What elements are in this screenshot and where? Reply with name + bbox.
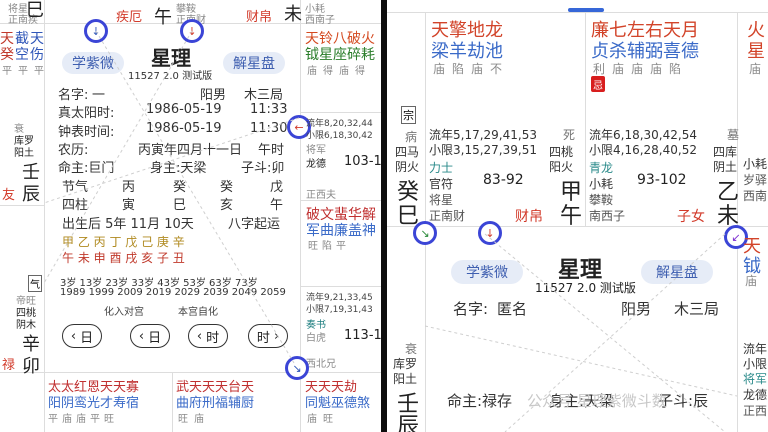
shensha: 将军 bbox=[743, 372, 768, 386]
star-brightness: 旺陷平 bbox=[308, 241, 350, 252]
palace-side: 阳火 bbox=[549, 160, 574, 174]
star-group: 曲府刑福辅厨 bbox=[176, 396, 255, 411]
palace-side: 阴木 bbox=[16, 320, 36, 331]
star-brightness: 平平平 bbox=[2, 66, 50, 77]
star-brightness: 庙 bbox=[749, 62, 762, 76]
dayun-range: 103-1 bbox=[344, 154, 381, 169]
palace-branch: 辰 bbox=[22, 184, 40, 205]
palace-side: 阴土 bbox=[713, 160, 738, 174]
shensha: 将星 bbox=[429, 193, 454, 207]
grid-line bbox=[300, 112, 381, 113]
shensha: 力士 bbox=[429, 161, 454, 175]
star-brightness: 平庙庙平旺 bbox=[48, 414, 118, 425]
star-group: 同魁巫德煞 bbox=[305, 396, 371, 411]
shensha: 小耗 bbox=[743, 157, 768, 171]
palace-side: 墓 bbox=[727, 128, 740, 142]
aspect-lines bbox=[425, 233, 737, 432]
palace-dir: 正南财 bbox=[429, 209, 466, 223]
shensha: 官符 bbox=[429, 177, 454, 191]
shensha: 龙德 bbox=[306, 159, 326, 170]
palace-dir: 南西子 bbox=[589, 209, 626, 223]
star-brightness: 旺庙 bbox=[178, 414, 210, 425]
xiaoxian: 小限4,16,28,40,52 bbox=[589, 143, 697, 157]
dayun-range: 83-92 bbox=[483, 172, 524, 188]
qi-marker: 气 bbox=[28, 275, 42, 292]
palace-branch: 辰 bbox=[397, 414, 420, 432]
star-brightness: 庙 bbox=[745, 274, 758, 288]
dayun-range: 93-102 bbox=[637, 172, 687, 188]
star-brightness: 利庙庙庙陷 bbox=[593, 62, 689, 76]
left-chart-panel: 将星 正南疾 巳 疾厄 午 攀鞍 正南财 财帛 小耗 西南子 未 天截天 癸空伤… bbox=[0, 0, 381, 432]
palace-branch: 卯 bbox=[22, 356, 40, 377]
grid-line bbox=[387, 12, 768, 13]
xiaoxian: 小限6,18,30,42 bbox=[306, 131, 373, 141]
shensha: 白虎 bbox=[306, 333, 326, 344]
shensha: 龙德 bbox=[743, 388, 768, 402]
ji-transform-badge: 忌 bbox=[591, 76, 605, 92]
palace-side: 阴火 bbox=[395, 160, 420, 174]
palace-branch: 巳 bbox=[26, 0, 44, 21]
aspect-lines bbox=[44, 30, 300, 364]
shensha: 攀鞍 bbox=[589, 193, 614, 207]
palace-dir: 正西 bbox=[743, 404, 768, 418]
right-chart-panel: 天擎地龙 梁羊劫池 庙陷庙不 廉七左右天月 贞杀辅弼喜德 利庙庙庙陷 忌 火 星… bbox=[387, 0, 768, 432]
dayun-range: 113-1 bbox=[344, 328, 381, 343]
grid-line bbox=[585, 12, 586, 226]
star-group: 癸空伤 bbox=[0, 47, 45, 63]
palace-side: 死 bbox=[563, 128, 576, 142]
star-group: 阳阴鸾光才寿宿 bbox=[48, 396, 140, 411]
star-brightness: 庙旺 bbox=[307, 414, 339, 425]
palace-name: 友 bbox=[2, 188, 16, 203]
palace-name: 子女 bbox=[677, 209, 705, 225]
shensha: 将军 bbox=[306, 145, 326, 156]
star-brightness: 庙得庙得 bbox=[307, 66, 371, 77]
palace-side: 阳土 bbox=[393, 372, 418, 386]
palace-side: 阳土 bbox=[14, 148, 34, 159]
shensha: 青龙 bbox=[589, 161, 614, 175]
xiaoxian: 小限3,15,27,39,51 bbox=[429, 143, 537, 157]
palace-dir: 西南子 bbox=[305, 15, 335, 26]
palace-dir: 西北兄 bbox=[306, 359, 336, 370]
palace-dir: 西南 bbox=[743, 189, 768, 203]
grid-line bbox=[0, 372, 381, 373]
star-brightness: 庙陷庙不 bbox=[433, 62, 510, 76]
palace-name: 财帛 bbox=[515, 209, 543, 225]
palace-name: 禄 bbox=[2, 358, 16, 373]
shensha: 岁驿 bbox=[743, 173, 768, 187]
palace-dir: 正西夫 bbox=[306, 190, 336, 201]
grid-line bbox=[300, 286, 381, 287]
xiaoxian: 小限7,19,31,43 bbox=[306, 305, 373, 315]
shensha: 小耗 bbox=[589, 177, 614, 191]
star-group: 钺星座碎耗 bbox=[305, 47, 375, 63]
grid-line bbox=[172, 372, 173, 432]
zong-marker: 宗 bbox=[401, 106, 416, 124]
